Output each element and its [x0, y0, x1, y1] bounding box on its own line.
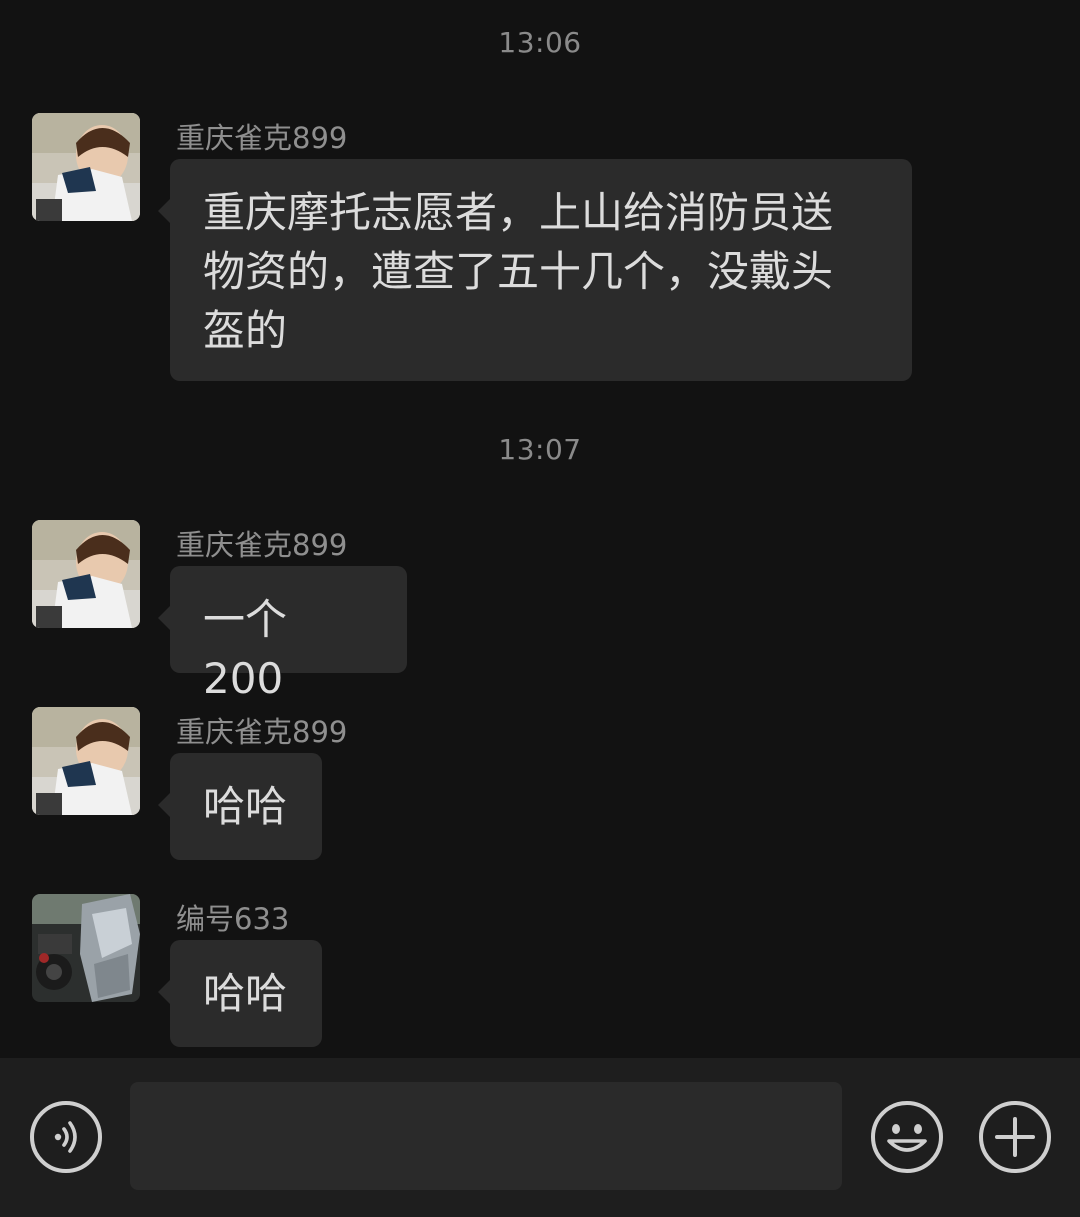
message-bubble[interactable]: 一个 200 — [158, 566, 407, 703]
emoji-icon[interactable] — [869, 1099, 945, 1175]
message-item: 重庆雀克899 重庆摩托志愿者，上山给消防员送 物资的，遭查了五十几个，没戴头 … — [0, 113, 1080, 383]
sender-name: 编号633 — [176, 902, 290, 936]
timestamp: 13:07 — [498, 433, 582, 466]
voice-icon[interactable] — [28, 1099, 104, 1175]
timestamp: 13:06 — [498, 26, 582, 59]
avatar[interactable] — [32, 707, 140, 815]
message-bubble[interactable]: 哈哈 — [158, 940, 322, 1047]
message-item: 编号633 哈哈 — [0, 894, 1080, 1054]
sender-name: 重庆雀克899 — [176, 715, 348, 749]
message-item: 重庆雀克899 一个 200 — [0, 520, 1080, 703]
message-bubble[interactable]: 哈哈 — [158, 753, 322, 860]
plus-icon[interactable] — [977, 1099, 1053, 1175]
message-bubble[interactable]: 重庆摩托志愿者，上山给消防员送 物资的，遭查了五十几个，没戴头 盔的 — [158, 159, 912, 381]
message-input[interactable] — [130, 1082, 842, 1190]
avatar[interactable] — [32, 520, 140, 628]
message-item: 重庆雀克899 哈哈 — [0, 707, 1080, 867]
sender-name: 重庆雀克899 — [176, 121, 348, 155]
avatar[interactable] — [32, 894, 140, 1002]
chat-history[interactable]: 13:06 重庆雀克899 重庆摩托志愿者，上山给消防员送 物资的，遭查了五十几… — [0, 0, 1080, 1058]
avatar[interactable] — [32, 113, 140, 221]
sender-name: 重庆雀克899 — [176, 528, 348, 562]
input-bar — [0, 1058, 1080, 1217]
